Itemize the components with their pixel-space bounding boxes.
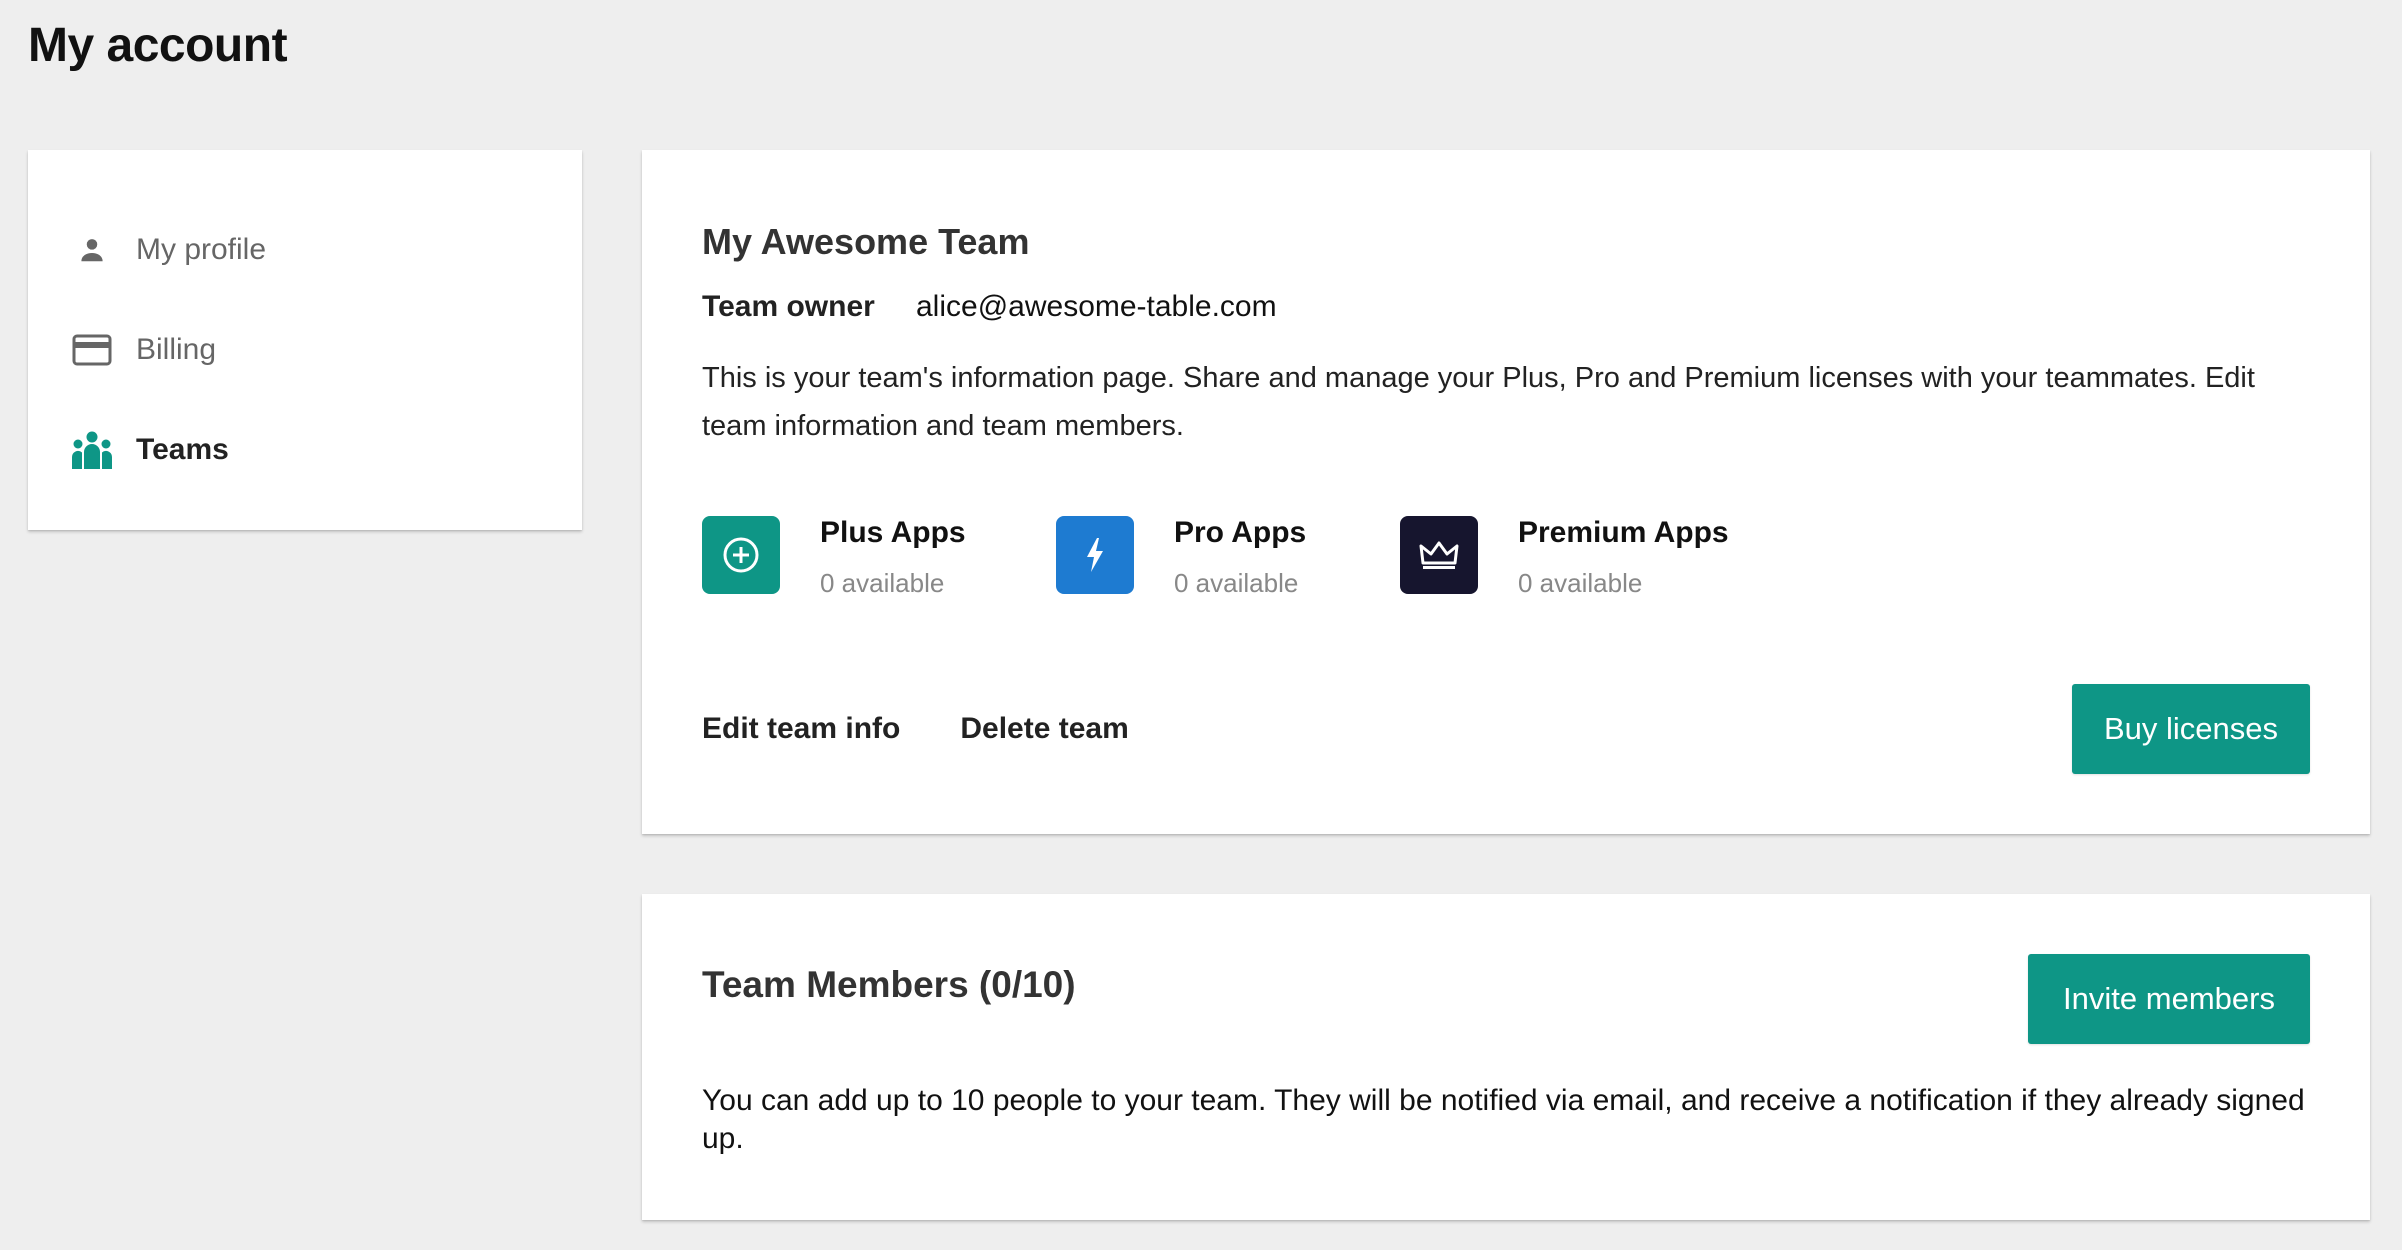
account-sidebar: My profile Billing Teams bbox=[28, 150, 582, 530]
sidebar-item-teams[interactable]: Teams bbox=[28, 400, 582, 500]
plus-circle-icon bbox=[702, 516, 780, 594]
app-name: Premium Apps bbox=[1518, 516, 1729, 549]
plus-apps-license: Plus Apps 0 available bbox=[702, 516, 1056, 599]
app-name: Pro Apps bbox=[1174, 516, 1307, 549]
app-availability: 0 available bbox=[820, 568, 945, 598]
premium-apps-license: Premium Apps 0 available bbox=[1400, 516, 1729, 599]
team-owner-label: Team owner bbox=[702, 290, 875, 323]
sidebar-item-my-profile[interactable]: My profile bbox=[28, 200, 582, 300]
team-members-title: Team Members (0/10) bbox=[702, 964, 1076, 1005]
sidebar-item-label: My profile bbox=[136, 233, 267, 266]
sidebar-item-label: Teams bbox=[136, 433, 229, 466]
team-owner-row: Team owner alice@awesome-table.com bbox=[702, 290, 2310, 324]
credit-card-icon bbox=[68, 326, 116, 374]
page-title: My account bbox=[28, 19, 288, 72]
delete-team-button[interactable]: Delete team bbox=[960, 712, 1128, 746]
team-name: My Awesome Team bbox=[702, 221, 1030, 262]
crown-icon bbox=[1400, 516, 1478, 594]
lightning-bolt-icon bbox=[1056, 516, 1134, 594]
team-info-card: My Awesome Team Team owner alice@awesome… bbox=[642, 150, 2370, 834]
invite-members-button[interactable]: Invite members bbox=[2028, 954, 2310, 1044]
app-name: Plus Apps bbox=[820, 516, 966, 549]
app-availability: 0 available bbox=[1174, 568, 1299, 598]
team-owner-email: alice@awesome-table.com bbox=[916, 290, 1277, 323]
team-members-description: You can add up to 10 people to your team… bbox=[702, 1084, 2305, 1155]
sidebar-item-label: Billing bbox=[136, 333, 217, 366]
team-actions-row: Edit team info Delete team Buy licenses bbox=[702, 684, 2310, 774]
team-description: This is your team's information page. Sh… bbox=[702, 362, 2255, 442]
buy-licenses-button[interactable]: Buy licenses bbox=[2072, 684, 2310, 774]
team-members-card: Team Members (0/10) Invite members You c… bbox=[642, 894, 2370, 1220]
person-icon bbox=[68, 226, 116, 274]
sidebar-item-billing[interactable]: Billing bbox=[28, 300, 582, 400]
app-licenses-row: Plus Apps 0 available Pro Apps 0 availab… bbox=[702, 516, 1729, 599]
pro-apps-license: Pro Apps 0 available bbox=[1056, 516, 1400, 599]
group-icon bbox=[68, 426, 116, 474]
edit-team-info-button[interactable]: Edit team info bbox=[702, 712, 900, 746]
app-availability: 0 available bbox=[1518, 568, 1643, 598]
